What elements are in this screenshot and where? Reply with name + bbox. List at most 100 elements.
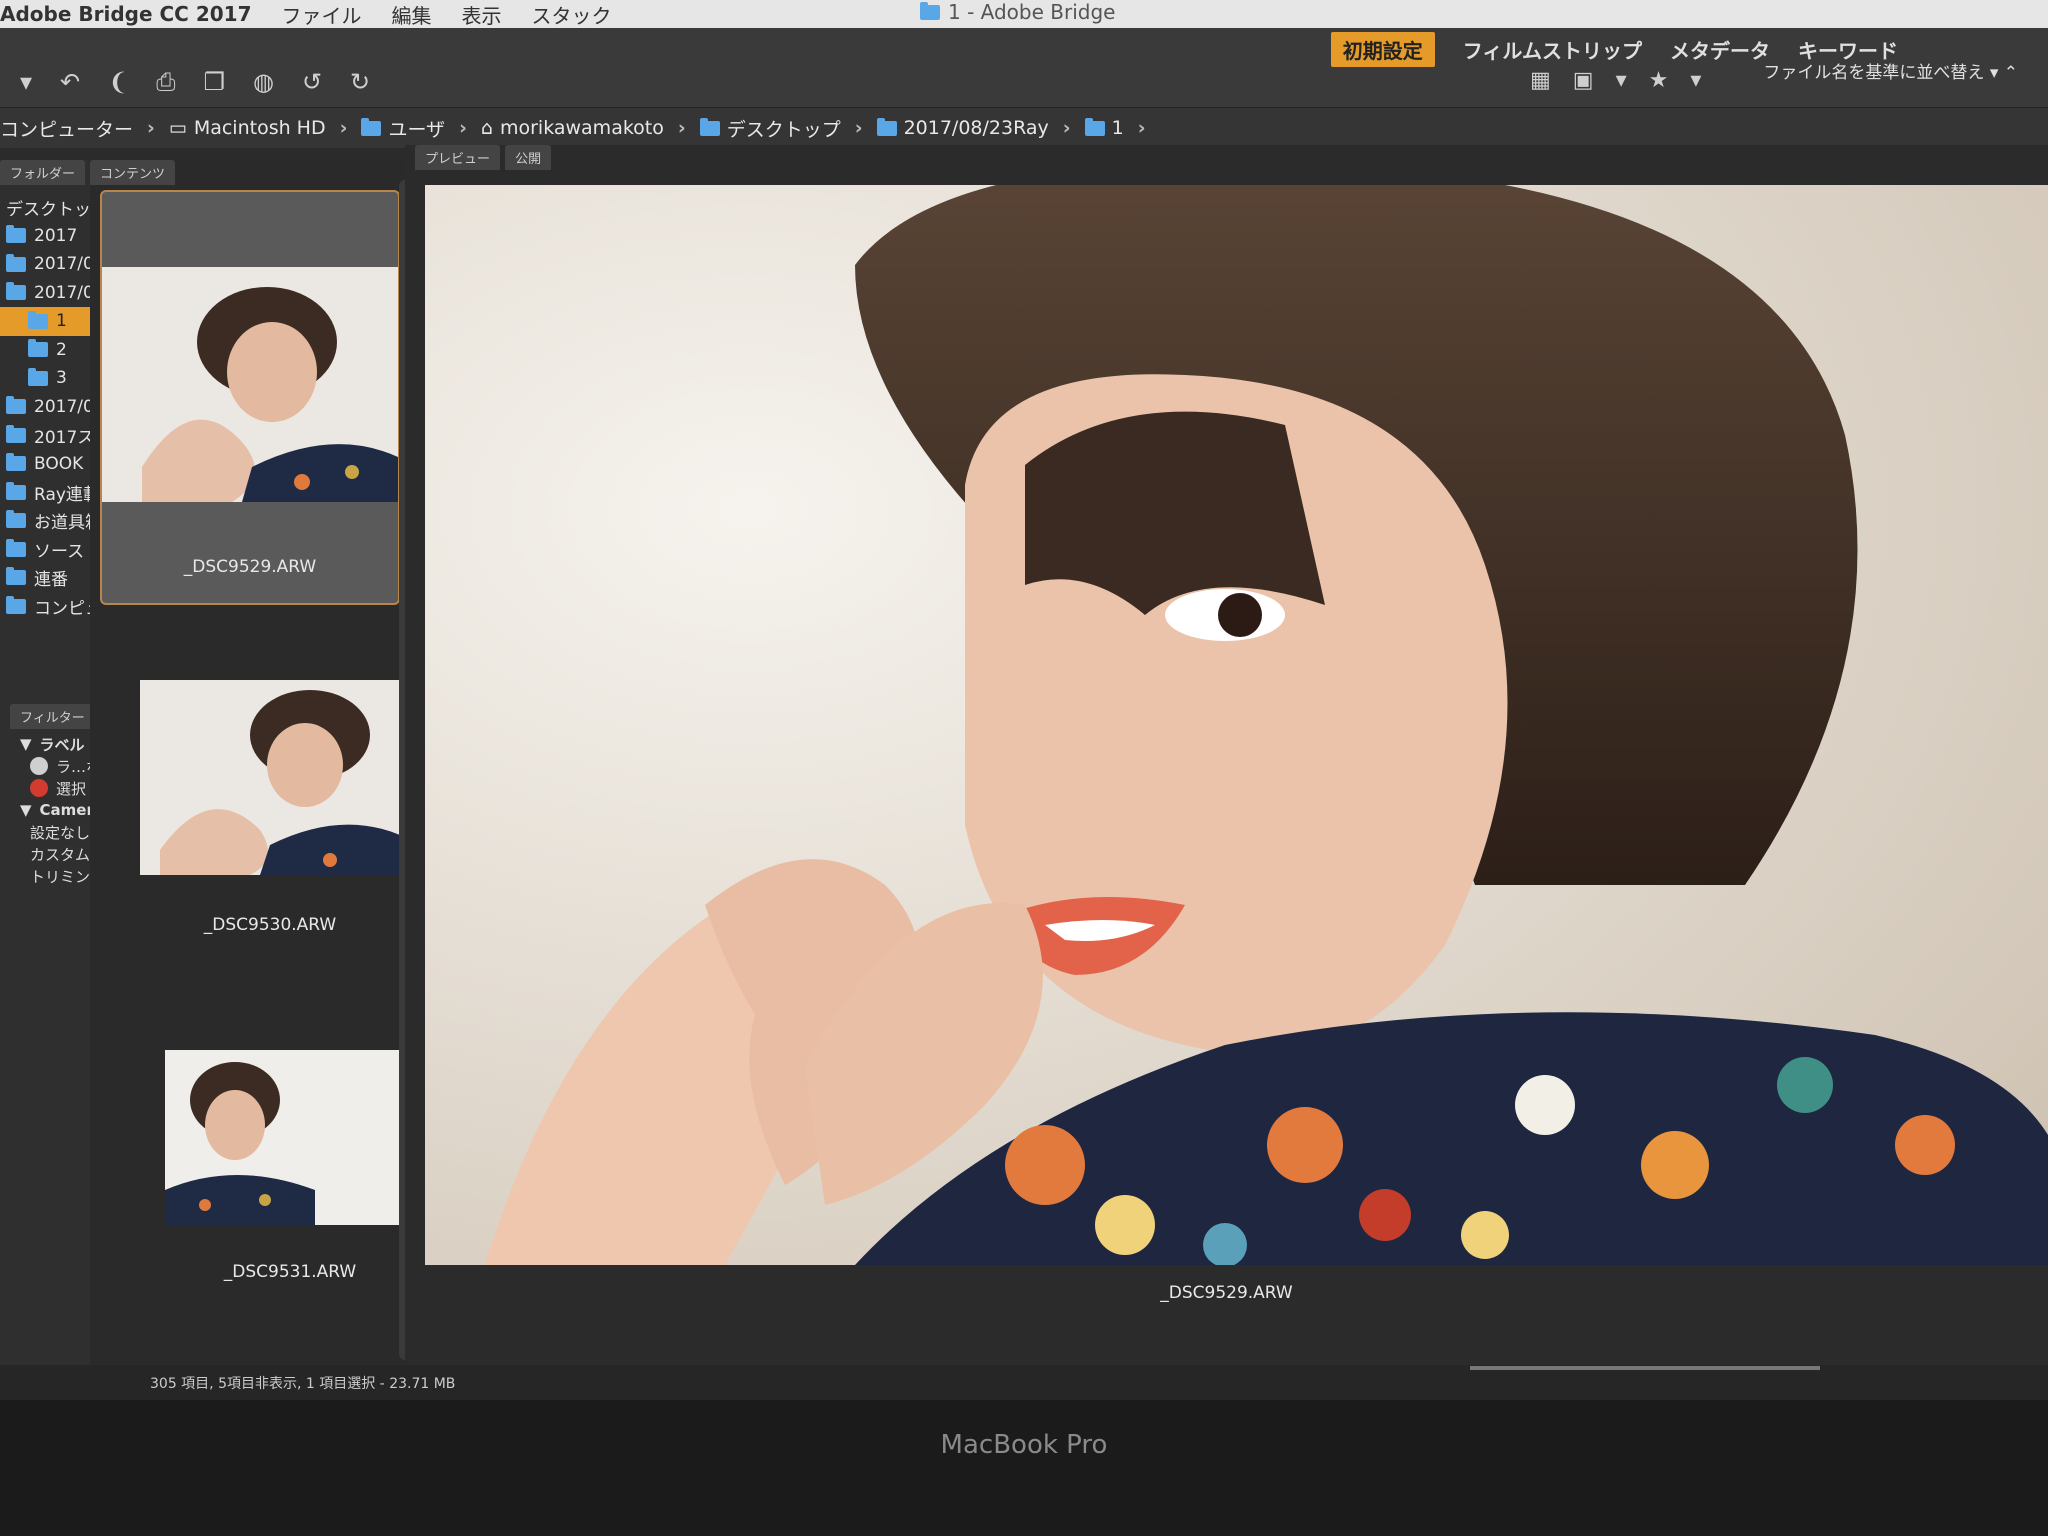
breadcrumb-computer[interactable]: コンピューター	[0, 115, 133, 142]
breadcrumb-desktop[interactable]: デスクトップ	[699, 115, 841, 142]
view-tools: ▦ ▣ ▾ ★ ▾	[1530, 68, 1701, 93]
chevron-right-icon: ›	[147, 117, 155, 139]
triangle-down-icon: ▼	[20, 801, 32, 819]
thumbnail-filename: _DSC9531.ARW	[223, 1262, 357, 1282]
tool-icons: ▾ ↶ ❨ ⎙ ❐ ◍ ↺ ↻	[20, 68, 370, 96]
laptop-bezel-label: MacBook Pro	[940, 1430, 1108, 1460]
star-icon[interactable]: ★	[1649, 68, 1669, 93]
thumbnail-filename: _DSC9530.ARW	[203, 915, 337, 935]
tab-content[interactable]: コンテンツ	[90, 160, 176, 185]
filter-row-name: 選択	[56, 779, 87, 798]
thumbnail-photo	[140, 680, 400, 875]
folder-label: BOOK	[34, 453, 84, 474]
folder-label: ソース	[34, 541, 85, 562]
filter-header-text: ラベル	[39, 735, 85, 754]
breadcrumb-label: 1	[1111, 117, 1124, 139]
rotate-left-icon[interactable]: ↺	[302, 68, 322, 96]
breadcrumb-home[interactable]: ⌂ morikawamakoto	[481, 117, 664, 139]
camera-download-icon[interactable]: ⎙	[156, 68, 175, 96]
folder-icon	[920, 1, 940, 20]
view-icon[interactable]: ▣	[1573, 68, 1594, 93]
breadcrumb-label: ユーザ	[388, 118, 446, 141]
chevron-up-icon[interactable]: ⌃	[2004, 63, 2018, 83]
folder-label: 1	[56, 311, 67, 332]
home-icon: ⌂	[480, 117, 493, 139]
folder-icon	[6, 595, 26, 614]
rotate-right-icon[interactable]: ↻	[350, 68, 370, 96]
window-title-text: 1 - Adobe Bridge	[948, 0, 1116, 24]
folder-label: 2017/0	[34, 396, 94, 417]
chevron-down-icon: ▾	[1989, 63, 2004, 83]
menu-file[interactable]: ファイル	[281, 0, 361, 29]
breadcrumb-label: デスクトップ	[726, 118, 841, 141]
breadcrumb-label: Macintosh HD	[193, 117, 326, 139]
workspace-metadata[interactable]: メタデータ	[1670, 35, 1770, 64]
thumbnail-photo	[165, 1050, 415, 1225]
breadcrumb-users[interactable]: ユーザ	[361, 115, 445, 142]
boomerang-icon[interactable]: ↶	[60, 68, 80, 96]
folder-icon	[6, 453, 26, 472]
thumbnail-image	[165, 1050, 415, 1225]
folder-icon	[6, 538, 26, 557]
tab-filter[interactable]: フィルター	[10, 704, 95, 729]
thumbnail-cell[interactable]: _DSC9531.ARW	[100, 1050, 415, 1370]
chevron-down-icon[interactable]: ▾	[1690, 68, 1701, 93]
chevron-right-icon: ›	[459, 117, 467, 139]
refine-icon[interactable]: ❐	[203, 68, 225, 96]
sort-menu[interactable]: ファイル名を基準に並べ替え ▾ ⌃	[1763, 58, 2018, 83]
breadcrumb-folder-1[interactable]: 1	[1084, 117, 1124, 139]
folder-label: 2017/0	[34, 282, 94, 303]
folder-icon	[6, 396, 26, 415]
chevron-right-icon: ›	[677, 117, 686, 139]
thumbnail-cell[interactable]: _DSC9530.ARW	[100, 680, 400, 1020]
workspace-essentials[interactable]: 初期設定	[1330, 32, 1435, 67]
folder-icon	[699, 117, 720, 136]
preview-image[interactable]	[425, 185, 2048, 1265]
menu-bar: Adobe Bridge CC 2017 ファイル 編集 表示 スタック 1 -…	[0, 0, 2048, 28]
folder-icon	[6, 510, 26, 529]
tab-folders[interactable]: フォルダー	[0, 160, 86, 185]
chevron-down-icon[interactable]: ▾	[20, 68, 32, 96]
reveal-icon[interactable]: ❨	[108, 68, 128, 96]
chevron-right-icon[interactable]: ›	[1138, 117, 1146, 139]
folder-icon	[361, 117, 382, 136]
folder-icon	[6, 282, 26, 301]
quality-icon[interactable]: ▦	[1530, 68, 1551, 93]
thumbnail-size-slider[interactable]	[1470, 1366, 1820, 1370]
menu-edit[interactable]: 編集	[391, 0, 431, 29]
breadcrumb-label: 2017/08/23Ray	[903, 117, 1049, 139]
folder-label: 3	[56, 368, 67, 389]
tab-publish[interactable]: 公開	[505, 145, 552, 170]
folder-label: 連番	[34, 570, 68, 591]
thumbnail-image	[102, 267, 398, 502]
thumbnail-photo	[102, 267, 398, 502]
chevron-down-icon[interactable]: ▾	[1616, 68, 1627, 93]
workspace-filmstrip[interactable]: フィルムストリップ	[1463, 35, 1642, 64]
folder-icon	[6, 567, 26, 586]
folder-icon	[28, 339, 48, 358]
label-color-icon	[30, 779, 48, 797]
open-in-camera-raw-icon[interactable]: ◍	[253, 68, 274, 96]
menu-stack[interactable]: スタック	[531, 0, 611, 29]
preview-filename: _DSC9529.ARW	[1160, 1283, 1293, 1303]
folder-icon	[6, 225, 26, 244]
thumbnail-cell[interactable]: _DSC9529.ARW	[100, 190, 400, 605]
menu-view[interactable]: 表示	[461, 0, 501, 29]
folder-label: 2017	[34, 225, 78, 246]
breadcrumb-macintosh-hd[interactable]: ▭ Macintosh HD	[169, 117, 326, 139]
preview-panel: プレビュー 公開 _DSC9529.ARW	[405, 145, 2048, 1385]
folder-label: 2017ス	[34, 427, 95, 448]
folder-icon	[1084, 117, 1105, 136]
toolbar: 初期設定 フィルムストリップ メタデータ キーワード ▾ ↶ ❨ ⎙ ❐ ◍ ↺…	[0, 28, 2048, 108]
folder-label: 2	[56, 339, 67, 360]
status-text: 305 項目, 5項目非表示, 1 項目選択 - 23.71 MB	[150, 1375, 456, 1392]
triangle-down-icon: ▼	[20, 735, 32, 753]
app-menu[interactable]: Adobe Bridge CC 2017	[0, 2, 251, 26]
folder-icon	[6, 481, 26, 500]
breadcrumb-ray-folder[interactable]: 2017/08/23Ray	[876, 117, 1049, 139]
folder-icon	[876, 117, 897, 136]
folder-icon	[28, 310, 48, 329]
thumbnail-filename: _DSC9529.ARW	[183, 557, 317, 577]
tab-preview[interactable]: プレビュー	[415, 145, 501, 170]
chevron-right-icon: ›	[1062, 117, 1071, 139]
